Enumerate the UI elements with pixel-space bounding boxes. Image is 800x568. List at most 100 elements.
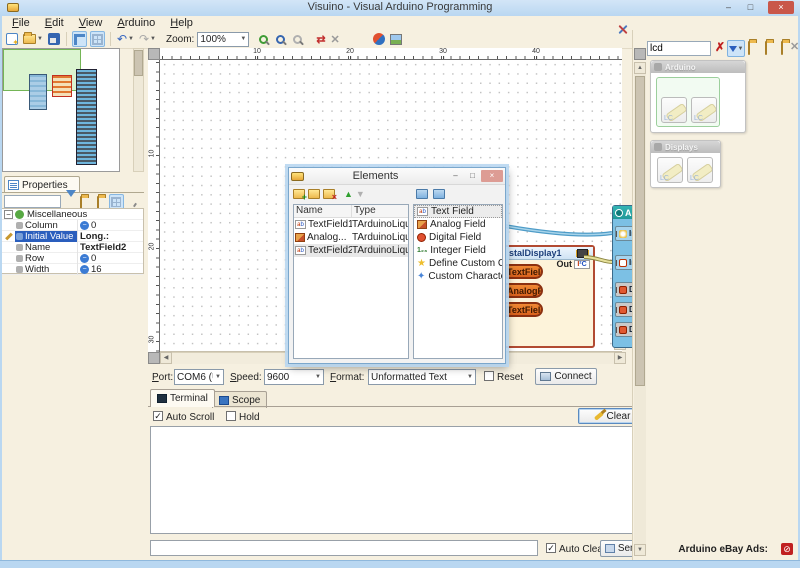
menu-help[interactable]: Help [168, 17, 195, 30]
property-name-cell[interactable]: Column [15, 219, 78, 231]
property-row-initial-value[interactable]: Initial Value Long.: [2, 230, 143, 242]
left-panel-scrollbar-thumb[interactable] [134, 50, 143, 76]
scroll-right-button[interactable]: ▶ [614, 352, 626, 364]
palette-item-analog-field[interactable]: Analog Field [414, 218, 502, 231]
speed-select[interactable]: 9600 ▼ [264, 369, 324, 385]
dialog-minimize-button[interactable]: – [447, 170, 464, 182]
menu-file[interactable]: File [10, 17, 32, 30]
filter-dropdown-arrow[interactable]: ▼ [738, 46, 744, 52]
property-name-cell-selected[interactable]: Initial Value [15, 230, 78, 242]
zoom-in-button[interactable] [258, 31, 272, 47]
overview-thumbnail[interactable] [2, 48, 120, 172]
zoom-reset-button[interactable] [292, 31, 306, 47]
element-list-header[interactable]: Name Type [294, 205, 408, 218]
palette-group-header[interactable]: Arduino [651, 61, 745, 73]
move-down-icon[interactable]: ▼ [356, 189, 365, 199]
open-dropdown-arrow[interactable]: ▼ [37, 36, 43, 42]
elements-dialog-titlebar[interactable]: Elements – □ × [289, 168, 505, 185]
column-name[interactable]: Name [294, 205, 352, 217]
close-button[interactable]: × [768, 1, 794, 14]
palette-item-custom-character-field[interactable]: ✦Custom Character Fi [414, 270, 502, 283]
element-row-textfield1[interactable]: abTextField1 TArduinoLiquidCrystal... [294, 218, 408, 231]
palette-scroll-up[interactable]: ▲ [634, 62, 646, 74]
collapse-all-icon[interactable] [781, 41, 783, 55]
reset-checkbox[interactable] [484, 371, 494, 381]
send-input[interactable] [150, 540, 538, 556]
property-row-column[interactable]: Column −0 [2, 219, 143, 231]
duplicate-element-icon[interactable] [308, 189, 320, 199]
property-row-width[interactable]: Width −16 [2, 263, 143, 275]
auto-scroll-checkbox[interactable]: ✓ [153, 411, 163, 421]
palette-scrollbar-thumb[interactable] [635, 76, 645, 386]
palette-item-text-field[interactable]: ab Text Field [414, 205, 502, 218]
element-list[interactable]: Name Type abTextField1 TArduinoLiquidCry… [293, 204, 409, 359]
revert-icon[interactable]: − [80, 220, 89, 230]
menu-view[interactable]: View [77, 17, 105, 30]
property-row-name[interactable]: Name TextField2 [2, 241, 143, 253]
revert-icon[interactable]: − [80, 264, 89, 274]
property-value-cell[interactable]: −0 [78, 220, 143, 231]
redo-dropdown-arrow[interactable]: ▼ [150, 36, 156, 42]
palette-item-digital-field[interactable]: Digital Field [414, 231, 502, 244]
palette-subcategory[interactable] [656, 77, 720, 127]
column-type[interactable]: Type [352, 205, 376, 217]
redo-button[interactable]: ↷ ▼ [138, 31, 157, 47]
new-category-icon[interactable] [748, 41, 750, 55]
grid-toggle-button[interactable] [89, 31, 105, 47]
property-group-row[interactable]: − Miscellaneous [2, 209, 143, 220]
maximize-button[interactable]: □ [741, 1, 760, 14]
zoom-out-button[interactable] [275, 31, 289, 47]
dialog-close-button[interactable]: × [481, 170, 503, 182]
menu-edit[interactable]: Edit [43, 17, 66, 30]
expand-palette-icon[interactable] [416, 189, 428, 199]
undo-dropdown-arrow[interactable]: ▼ [128, 36, 134, 42]
open-project-button[interactable]: ▼ [22, 31, 44, 47]
element-row-textfield2[interactable]: abTextField2 TArduinoLiquidCrystal... [294, 244, 408, 257]
zoom-select[interactable]: 100% ▼ [197, 31, 250, 47]
property-value-cell[interactable]: TextField2 [78, 242, 143, 253]
collapse-palette-icon[interactable] [433, 189, 445, 199]
tab-terminal[interactable]: Terminal [150, 389, 215, 407]
undo-button[interactable]: ↶ ▼ [116, 31, 135, 47]
property-value-cell[interactable]: Long.: [78, 231, 143, 242]
property-name-cell[interactable]: Row [15, 252, 78, 264]
snap-toggle-button[interactable] [71, 31, 87, 47]
collapse-group-icon[interactable]: − [2, 209, 15, 219]
lcd-component-tile[interactable] [657, 157, 683, 183]
hold-checkbox[interactable] [226, 411, 236, 421]
element-palette-list[interactable]: ab Text Field Analog Field Digital Field … [413, 204, 503, 359]
palette-item-define-custom-character[interactable]: ★Define Custom Chara [414, 257, 502, 270]
clear-search-icon[interactable]: ✗ [715, 40, 725, 54]
save-project-button[interactable] [47, 31, 61, 47]
auto-clear-checkbox[interactable]: ✓ [546, 543, 556, 553]
dialog-maximize-button[interactable]: □ [464, 170, 481, 182]
lcd-i2c-component-tile[interactable] [691, 97, 717, 123]
property-row-row[interactable]: Row −0 [2, 252, 143, 264]
lcd-i2c-component-tile[interactable] [687, 157, 713, 183]
property-name-cell[interactable]: Width [15, 263, 78, 275]
minimize-button[interactable]: – [719, 1, 738, 14]
scroll-left-button[interactable]: ◀ [160, 352, 172, 364]
move-up-icon[interactable]: ▲ [344, 189, 353, 199]
filter-mode-button[interactable]: ▼ [727, 40, 745, 57]
help-web-button[interactable] [372, 31, 386, 47]
connect-button[interactable]: Connect [535, 368, 597, 385]
element-row-analogfield[interactable]: Analog... TArduinoLiquidCrystal... [294, 231, 408, 244]
delete-element-icon[interactable] [323, 189, 337, 202]
lcd-out-pin[interactable]: Out I²C [557, 259, 590, 269]
menu-arduino[interactable]: Arduino [115, 17, 157, 30]
delete-button[interactable]: ✕ [330, 31, 341, 47]
component-search-input[interactable] [647, 41, 711, 56]
new-project-button[interactable] [5, 31, 19, 47]
palette-scroll-down[interactable]: ▼ [634, 544, 646, 556]
property-name-cell[interactable]: Name [15, 241, 78, 253]
refresh-button[interactable]: ⇄ [315, 31, 326, 47]
property-value-cell[interactable]: −0 [78, 253, 143, 264]
format-select[interactable]: Unformatted Text ▼ [368, 369, 476, 385]
revert-icon[interactable]: − [80, 253, 89, 263]
palette-group-displays[interactable]: Displays [650, 140, 721, 188]
lcd-component-tile[interactable] [661, 97, 687, 123]
expand-all-icon[interactable] [765, 41, 767, 55]
port-select[interactable]: COM6 (Unava▼ [174, 369, 224, 385]
palette-group-arduino[interactable]: Arduino [650, 60, 746, 133]
